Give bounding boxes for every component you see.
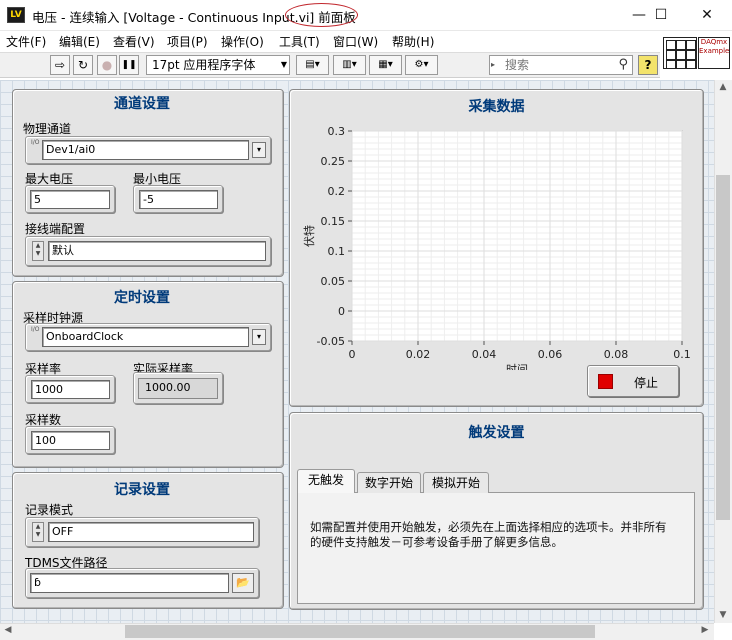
x-tick-label: 0.02: [406, 348, 431, 361]
y-tick-label: 0.1: [328, 245, 346, 258]
stop-indicator-icon: [598, 374, 613, 389]
menu-help[interactable]: 帮助(H): [392, 33, 434, 50]
logging-settings-title: 记录设置: [114, 482, 170, 498]
tab-no-trigger[interactable]: 无触发: [297, 469, 355, 493]
terminal-config-stepper[interactable]: ▲ ▼: [32, 241, 44, 261]
browse-folder-icon[interactable]: 📂: [232, 573, 254, 593]
align-objects-icon[interactable]: ▤▾: [296, 55, 329, 75]
path-icon: ɓ: [34, 576, 41, 589]
io-icon: I/O: [31, 326, 40, 333]
scroll-down-icon[interactable]: ▼: [716, 610, 730, 620]
annotation-circle: [285, 3, 358, 27]
chevron-down-icon[interactable]: ▾: [252, 329, 266, 345]
distribute-objects-icon[interactable]: ▥▾: [333, 55, 366, 75]
resize-objects-icon[interactable]: ▦▾: [369, 55, 402, 75]
scroll-up-icon[interactable]: ▲: [716, 82, 730, 92]
abort-icon[interactable]: ●: [97, 55, 117, 75]
sample-rate-field[interactable]: 1000: [31, 380, 110, 399]
trigger-settings-title: 触发设置: [468, 425, 525, 441]
reorder-icon[interactable]: ⚙▾: [405, 55, 438, 75]
channel-settings-title: 通道设置: [114, 96, 170, 112]
physical-channel-label: 物理通道: [23, 122, 72, 136]
actual-rate-field: 1000.00: [138, 378, 218, 399]
terminal-config-label: 接线端配置: [25, 222, 86, 236]
scroll-right-icon[interactable]: ▶: [700, 625, 710, 635]
terminal-config-field[interactable]: 默认: [48, 241, 266, 261]
x-tick-label: 0: [349, 348, 356, 361]
y-tick-label: 0.3: [328, 125, 346, 138]
y-tick-label: -0.05: [317, 335, 345, 348]
max-voltage-field[interactable]: 5: [30, 190, 110, 209]
font-dropdown[interactable]: 17pt 应用程序字体 ▼: [146, 55, 290, 75]
search-icon[interactable]: ⚲: [618, 56, 628, 74]
y-tick-label: 0.25: [321, 155, 346, 168]
menu-file[interactable]: 文件(F): [6, 33, 46, 50]
logging-mode-label: 记录模式: [25, 503, 74, 517]
menu-window[interactable]: 窗口(W): [333, 33, 378, 50]
connector-pane-icon[interactable]: [663, 37, 697, 69]
labview-app-icon: LV: [7, 7, 25, 23]
scroll-left-icon[interactable]: ◀: [3, 625, 13, 635]
tab-digital-start[interactable]: 数字开始: [357, 472, 421, 493]
font-dropdown-label: 17pt 应用程序字体: [152, 58, 256, 72]
run-icon[interactable]: ⇨: [50, 55, 70, 75]
clock-source-field[interactable]: OnboardClock: [42, 327, 249, 347]
daqmx-example-icon[interactable]: DAQmx Example: [698, 37, 730, 69]
trigger-message: 如需配置并使用开始触发，必须先在上面选择相应的选项卡。并非所有的硬件支持触发－可…: [310, 520, 667, 549]
timing-settings-title: 定时设置: [114, 290, 170, 306]
x-axis-label: 时间: [506, 363, 528, 370]
acquisition-title: 采集数据: [468, 99, 525, 115]
horizontal-scroll-thumb[interactable]: [125, 625, 595, 638]
y-tick-label: 0.2: [328, 185, 346, 198]
tdms-path-field[interactable]: ɓ: [30, 573, 229, 593]
close-button[interactable]: ✕: [684, 0, 730, 31]
search-expand-icon[interactable]: ▸: [491, 60, 495, 69]
search-placeholder: 搜索: [505, 58, 530, 72]
io-icon: I/O: [31, 139, 40, 146]
stop-button-label: 停止: [634, 376, 659, 390]
search-input[interactable]: 搜索 ⚲: [489, 55, 633, 75]
menu-operate[interactable]: 操作(O): [221, 33, 264, 50]
x-tick-label: 0.1: [673, 348, 691, 361]
menu-edit[interactable]: 编辑(E): [59, 33, 100, 50]
menu-tools[interactable]: 工具(T): [279, 33, 320, 50]
logging-mode-stepper[interactable]: ▲ ▼: [32, 522, 44, 542]
samples-field[interactable]: 100: [31, 431, 110, 450]
plot-area: [351, 130, 683, 342]
y-tick-label: 0.05: [321, 275, 346, 288]
x-tick-label: 0.04: [472, 348, 497, 361]
run-continuously-icon[interactable]: ↻: [73, 55, 93, 75]
context-help-button[interactable]: ?: [638, 55, 658, 75]
menu-view[interactable]: 查看(V): [113, 33, 155, 50]
maximize-button[interactable]: ☐: [638, 0, 684, 31]
y-tick-label: 0.15: [321, 215, 346, 228]
vertical-scroll-thumb[interactable]: [716, 175, 730, 520]
physical-channel-field[interactable]: Dev1/ai0: [42, 140, 249, 160]
logging-mode-field[interactable]: OFF: [48, 522, 254, 542]
waveform-chart[interactable]: 0.3 0.25 0.2 0.15 0.1 0.05 0 -0.05 0 0.02 0.04 0.0…: [295, 120, 695, 370]
x-axis-ticks: 0 0.02 0.04 0.06 0.08 0.1: [349, 341, 691, 361]
tab-analog-start[interactable]: 模拟开始: [423, 472, 489, 493]
chevron-down-icon: ▼: [280, 60, 287, 69]
min-voltage-field[interactable]: -5: [139, 190, 218, 209]
stop-button[interactable]: 停止: [587, 365, 679, 397]
y-axis-label: 伏特: [302, 225, 316, 247]
pause-icon[interactable]: ❚❚: [119, 55, 139, 75]
y-tick-label: 0: [338, 305, 345, 318]
menu-project[interactable]: 项目(P): [167, 33, 208, 50]
x-tick-label: 0.06: [538, 348, 563, 361]
chevron-down-icon[interactable]: ▾: [252, 142, 266, 158]
y-axis-ticks: 0.3 0.25 0.2 0.15 0.1 0.05 0 -0.05: [317, 125, 352, 348]
x-tick-label: 0.08: [604, 348, 629, 361]
